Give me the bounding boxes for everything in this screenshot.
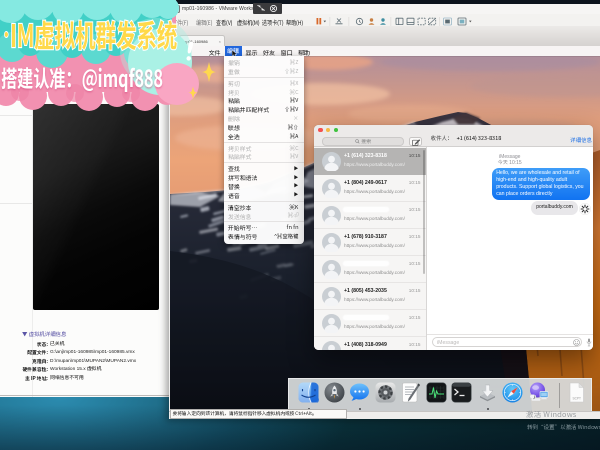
svg-text:SCPT: SCPT <box>572 397 581 401</box>
